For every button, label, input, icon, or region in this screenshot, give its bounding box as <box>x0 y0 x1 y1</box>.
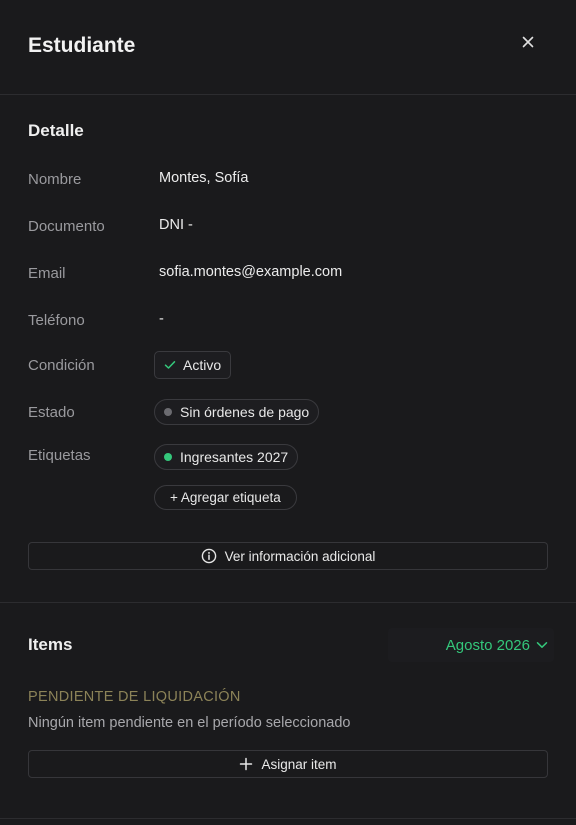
documento-label: Documento <box>28 218 105 235</box>
info-icon <box>201 548 217 564</box>
email-label: Email <box>28 265 66 282</box>
period-label: Agosto 2026 <box>445 636 530 654</box>
section-divider <box>0 602 576 603</box>
tag-chip[interactable]: Ingresantes 2027 <box>154 444 299 470</box>
tag-dot-icon <box>164 453 172 461</box>
close-button[interactable] <box>518 34 538 54</box>
bottom-divider <box>0 818 576 819</box>
pending-heading: PENDIENTE DE LIQUIDACIÓN <box>28 689 241 705</box>
page-title: Estudiante <box>28 34 136 57</box>
period-select[interactable]: Agosto 2026 <box>388 628 554 662</box>
plus-icon <box>239 757 253 771</box>
check-icon <box>164 360 176 370</box>
assign-item-label: Asignar item <box>261 756 337 772</box>
tag-label: Ingresantes 2027 <box>180 449 289 465</box>
detail-section-title: Detalle <box>28 121 84 140</box>
more-info-button[interactable]: Ver información adicional <box>28 542 548 570</box>
more-info-label: Ver información adicional <box>224 548 376 564</box>
nombre-value: Montes, Sofía <box>159 170 249 186</box>
assign-item-button[interactable]: Asignar item <box>28 750 548 778</box>
close-icon <box>522 35 534 53</box>
condicion-label: Condición <box>28 357 95 374</box>
chevron-down-icon <box>536 641 548 649</box>
estado-value: Sin órdenes de pago <box>180 404 310 420</box>
estado-status-badge: Sin órdenes de pago <box>154 399 320 425</box>
student-panel: Estudiante Detalle Nombre Montes, Sofía … <box>0 0 576 825</box>
items-section-title: Items <box>28 635 73 654</box>
status-dot-icon <box>164 408 172 416</box>
etiquetas-label: Etiquetas <box>28 447 91 464</box>
telefono-label: Teléfono <box>28 312 85 329</box>
telefono-value: - <box>159 311 164 327</box>
condicion-status-badge[interactable]: Activo <box>154 351 232 379</box>
add-tag-button[interactable]: + Agregar etiqueta <box>154 485 297 510</box>
panel-header: Estudiante <box>0 0 576 95</box>
email-value: sofia.montes@example.com <box>159 264 343 280</box>
nombre-label: Nombre <box>28 171 82 188</box>
condicion-value: Activo <box>183 357 222 373</box>
pending-empty-text: Ningún item pendiente en el período sele… <box>28 715 351 731</box>
documento-value: DNI - <box>159 217 193 233</box>
estado-label: Estado <box>28 404 75 421</box>
